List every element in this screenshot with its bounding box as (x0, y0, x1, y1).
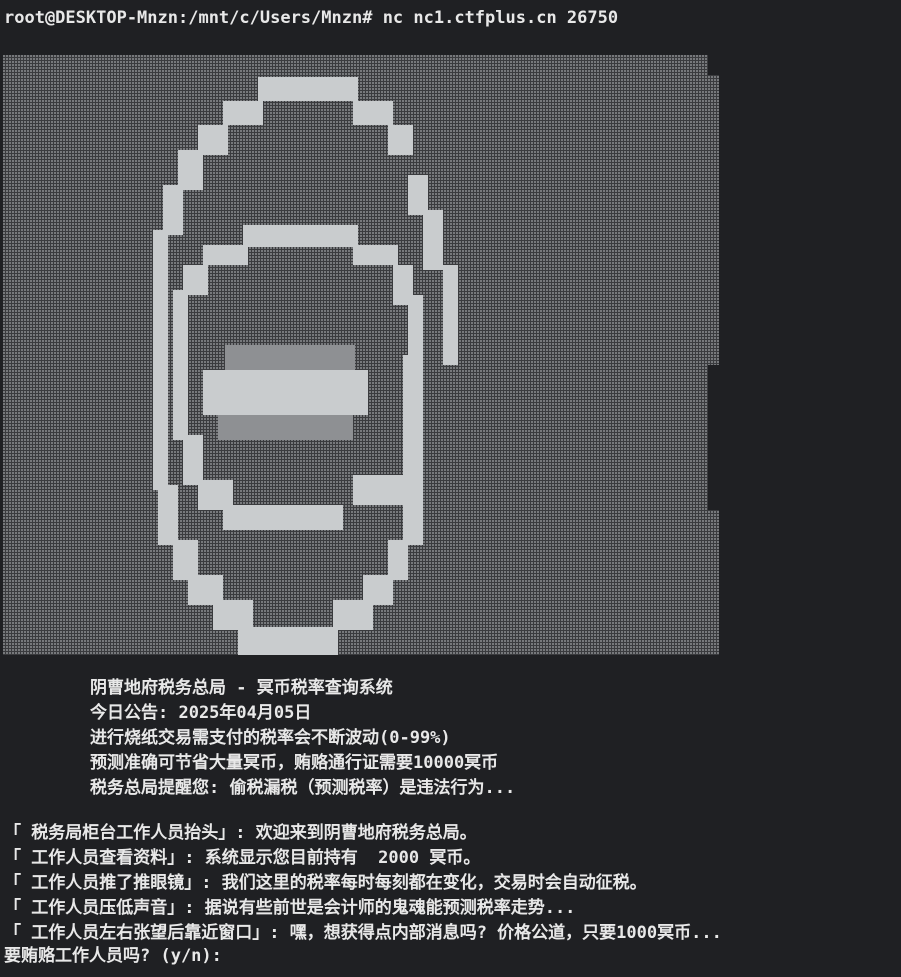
dialogue-line: 「 工作人员推了推眼镜」: 我们这里的税率每时每刻都在变化，交易时会自动征税。 (4, 873, 647, 893)
banner-warning: 税务总局提醒您: 偷税漏税（预测税率）是违法行为... (90, 778, 516, 798)
art-center-block (203, 345, 368, 440)
terminal-window[interactable]: root@DESKTOP-Mnzn:/mnt/c/Users/Mnzn# nc … (0, 0, 901, 977)
input-prompt[interactable]: 要贿赂工作人员吗? (y/n): (4, 946, 222, 966)
banner-bribe-info: 预测准确可节省大量冥币，贿赂通行证需要10000冥币 (90, 753, 499, 773)
dialogue-line: 「 工作人员查看资料」: 系统显示您目前持有 2000 冥币。 (4, 848, 481, 868)
banner-title: 阴曹地府税务总局 - 冥币税率查询系统 (90, 678, 393, 698)
command-line: root@DESKTOP-Mnzn:/mnt/c/Users/Mnzn# nc … (4, 8, 619, 28)
banner-tax-rate-info: 进行烧纸交易需支付的税率会不断波动(0-99%) (90, 728, 451, 748)
dialogue-line: 「 税务局柜台工作人员抬头」: 欢迎来到阴曹地府税务总局。 (4, 823, 477, 843)
ascii-art-coin-image (3, 55, 719, 655)
art-background (3, 55, 708, 655)
banner-notice-date: 今日公告: 2025年04月05日 (90, 703, 312, 723)
dialogue-line: 「 工作人员压低声音」: 据说有些前世是会计师的鬼魂能预测税率走势... (4, 898, 576, 918)
dialogue-line: 「 工作人员左右张望后靠近窗口」: 嘿，想获得点内部消息吗? 价格公道，只要10… (4, 923, 722, 943)
